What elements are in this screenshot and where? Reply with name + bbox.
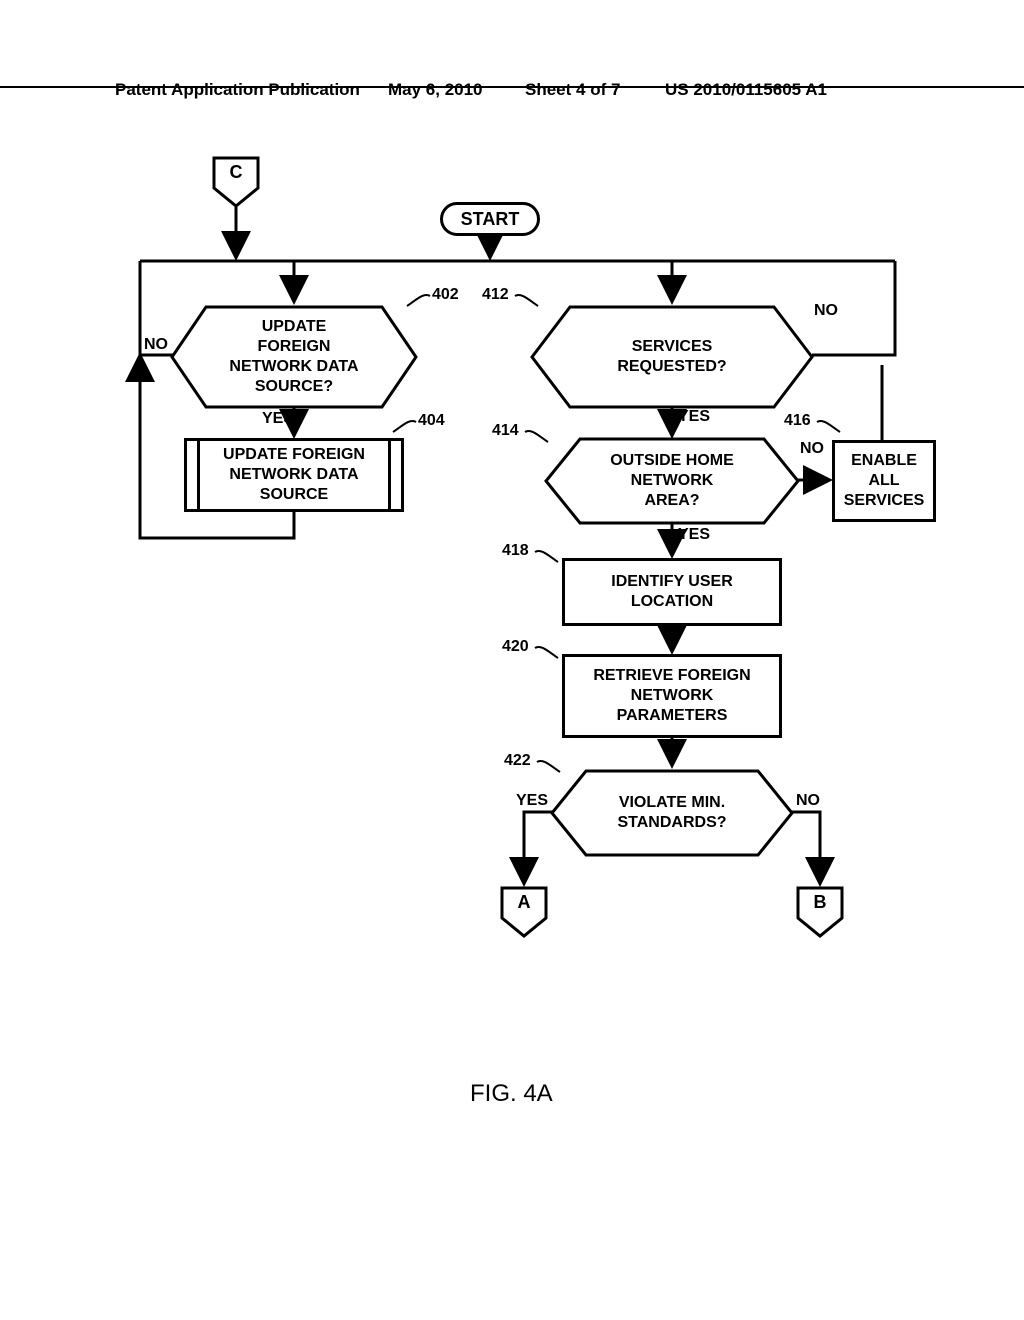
label-422-no: NO — [796, 792, 820, 810]
ref-402: 402 — [432, 286, 459, 304]
label-412-yes: YES — [678, 408, 710, 426]
decision-422-label: VIOLATE MIN.STANDARDS? — [550, 768, 794, 858]
decision-422: VIOLATE MIN.STANDARDS? — [550, 768, 794, 858]
label-414-no: NO — [800, 440, 824, 458]
process-420-label: RETRIEVE FOREIGNNETWORKPARAMETERS — [593, 666, 750, 726]
connector-b-label: B — [796, 892, 844, 913]
ref-414: 414 — [492, 422, 519, 440]
label-422-yes: YES — [516, 792, 548, 810]
connector-a: A — [500, 886, 548, 938]
decision-402-label: UPDATEFOREIGNNETWORK DATASOURCE? — [170, 304, 418, 410]
decision-414-label: OUTSIDE HOMENETWORKAREA? — [544, 436, 800, 526]
decision-412: SERVICESREQUESTED? — [530, 304, 814, 410]
process-416: ENABLEALLSERVICES — [832, 440, 936, 522]
connector-c-label: C — [212, 162, 260, 183]
process-416-label: ENABLEALLSERVICES — [844, 451, 925, 511]
decision-402: UPDATEFOREIGNNETWORK DATASOURCE? — [170, 304, 418, 410]
decision-412-label: SERVICESREQUESTED? — [530, 304, 814, 410]
ref-404: 404 — [418, 412, 445, 430]
process-420: RETRIEVE FOREIGNNETWORKPARAMETERS — [562, 654, 782, 738]
process-418-label: IDENTIFY USERLOCATION — [611, 572, 733, 612]
start-terminator: START — [440, 202, 540, 236]
ref-422: 422 — [504, 752, 531, 770]
ref-412: 412 — [482, 286, 509, 304]
process-418: IDENTIFY USERLOCATION — [562, 558, 782, 626]
process-404: UPDATE FOREIGNNETWORK DATASOURCE — [184, 438, 404, 512]
figure-caption: FIG. 4A — [470, 1080, 553, 1108]
connector-a-label: A — [500, 892, 548, 913]
label-414-yes: YES — [678, 526, 710, 544]
label-412-no: NO — [814, 302, 838, 320]
label-402-yes: YES — [262, 410, 294, 428]
decision-414: OUTSIDE HOMENETWORKAREA? — [544, 436, 800, 526]
ref-420: 420 — [502, 638, 529, 656]
connector-lines — [0, 0, 1024, 1320]
start-label: START — [461, 209, 520, 230]
ref-416: 416 — [784, 412, 811, 430]
label-402-no: NO — [144, 336, 168, 354]
connector-c: C — [212, 156, 260, 208]
process-404-label: UPDATE FOREIGNNETWORK DATASOURCE — [197, 441, 391, 509]
connector-b: B — [796, 886, 844, 938]
flowchart-canvas: C START UPDATEFOREIGNNETWORK DATASOURCE?… — [0, 0, 1024, 1320]
ref-418: 418 — [502, 542, 529, 560]
